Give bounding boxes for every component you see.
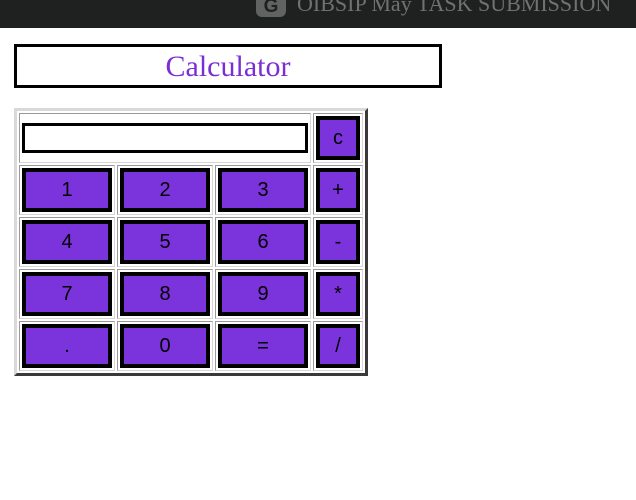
divide-button[interactable]: / [316, 324, 360, 368]
multiply-button[interactable]: * [316, 272, 360, 316]
digit-4-button[interactable]: 4 [22, 220, 112, 264]
key-cell: 4 [19, 217, 115, 267]
digit-6-button[interactable]: 6 [218, 220, 308, 264]
key-cell: - [313, 217, 363, 267]
keypad-row: . 0 = / [19, 321, 363, 371]
digit-5-button[interactable]: 5 [120, 220, 210, 264]
key-cell: 9 [215, 269, 311, 319]
clear-button[interactable]: c [316, 116, 360, 160]
result-display-input[interactable] [22, 123, 308, 153]
key-cell: 0 [117, 321, 213, 371]
keypad-row: 7 8 9 * [19, 269, 363, 319]
display-cell [19, 113, 311, 163]
key-cell: 7 [19, 269, 115, 319]
digit-2-button[interactable]: 2 [120, 168, 210, 212]
g-logo-icon: G [256, 0, 286, 17]
digit-0-button[interactable]: 0 [120, 324, 210, 368]
calculator-table: c 1 2 3 + 4 5 6 - 7 8 9 * . 0 = / [14, 108, 368, 376]
decimal-point-button[interactable]: . [22, 324, 112, 368]
keypad-row: 1 2 3 + [19, 165, 363, 215]
key-cell: + [313, 165, 363, 215]
digit-7-button[interactable]: 7 [22, 272, 112, 316]
digit-3-button[interactable]: 3 [218, 168, 308, 212]
key-cell: . [19, 321, 115, 371]
keypad-row: 4 5 6 - [19, 217, 363, 267]
calculator-heading-box: Calculator [14, 44, 442, 88]
calculator-display-row: c [19, 113, 363, 163]
page-title: Calculator [165, 50, 291, 83]
key-cell: * [313, 269, 363, 319]
key-cell: 1 [19, 165, 115, 215]
digit-9-button[interactable]: 9 [218, 272, 308, 316]
browser-top-bar: G OIBSIP May TASK SUBMISSION [0, 0, 636, 28]
digit-1-button[interactable]: 1 [22, 168, 112, 212]
key-cell: 2 [117, 165, 213, 215]
equals-button[interactable]: = [218, 324, 308, 368]
key-cell: = [215, 321, 311, 371]
key-cell: 3 [215, 165, 311, 215]
digit-8-button[interactable]: 8 [120, 272, 210, 316]
minus-button[interactable]: - [316, 220, 360, 264]
key-cell: 8 [117, 269, 213, 319]
page-tab-title: OIBSIP May TASK SUBMISSION [297, 0, 612, 16]
key-cell: 6 [215, 217, 311, 267]
clear-cell: c [313, 113, 363, 163]
plus-button[interactable]: + [316, 168, 360, 212]
key-cell: 5 [117, 217, 213, 267]
key-cell: / [313, 321, 363, 371]
